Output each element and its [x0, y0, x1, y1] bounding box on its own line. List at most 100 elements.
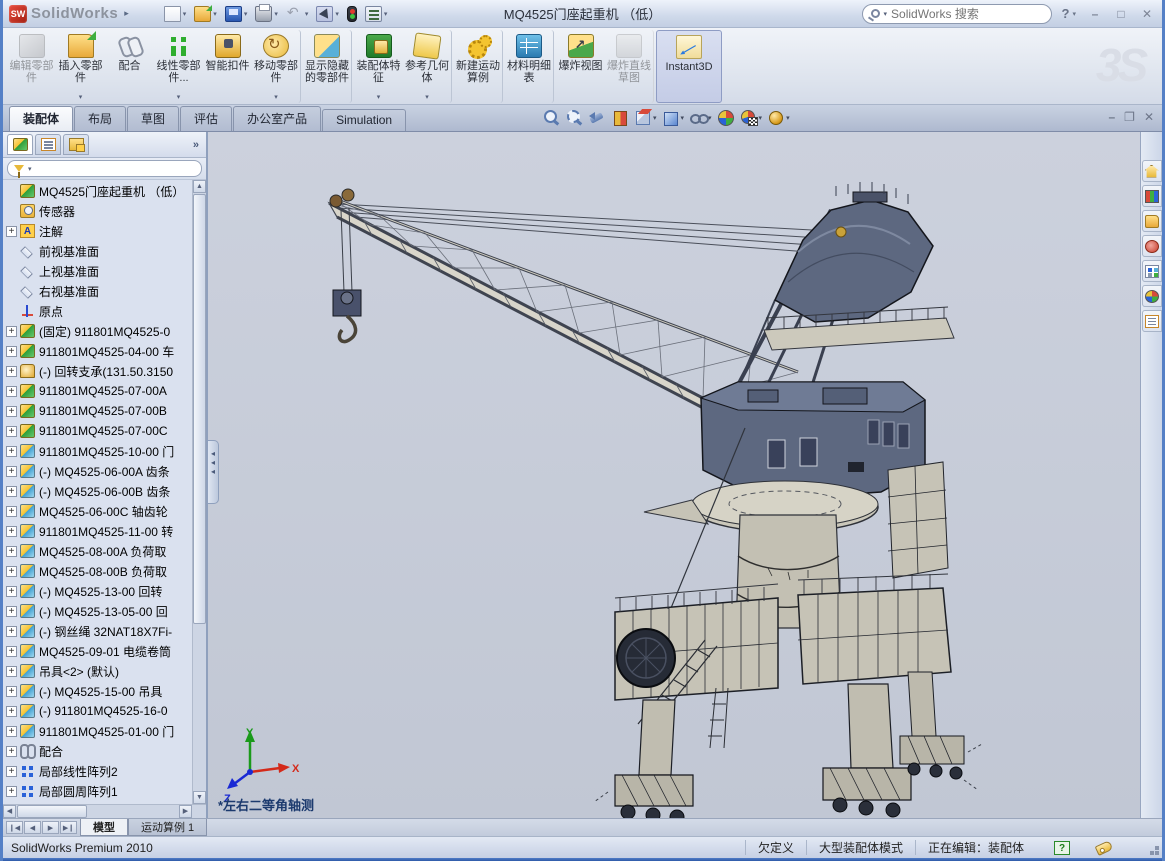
toolbar-expand-icon[interactable]: ▸ [124, 8, 129, 19]
configuration-manager-tab[interactable] [63, 134, 89, 155]
expand-toggle[interactable]: + [6, 786, 17, 797]
tree-item[interactable]: + (-) MQ4525-13-00 回转 [3, 581, 192, 601]
expand-toggle[interactable]: + [6, 606, 17, 617]
quick-toolbar-button[interactable]: ▾ [313, 4, 342, 24]
tree-item[interactable]: + 911801MQ4525-07-00A [3, 381, 192, 401]
expand-toggle[interactable]: + [6, 686, 17, 697]
ribbon-button[interactable]: 材料明细表 ▾ [505, 30, 554, 103]
ribbon-button[interactable]: 智能扣件 ▾ [203, 30, 252, 103]
feature-manager-tab[interactable] [7, 134, 33, 155]
panel-more-tabs-chevron[interactable]: » [193, 139, 202, 151]
doc-restore-button[interactable]: ❐ [1124, 110, 1135, 124]
ribbon-button[interactable]: 配合 ▾ [105, 30, 154, 103]
filter-dropdown-arrow[interactable]: ▾ [28, 165, 32, 173]
quick-toolbar-button[interactable]: ▾ [252, 4, 281, 24]
crane-model[interactable] [208, 132, 1140, 818]
command-tab[interactable]: 装配体 [9, 106, 73, 131]
tree-item[interactable]: + (-) 钢丝绳 32NAT18X7Fi- [3, 621, 192, 641]
tree-item[interactable]: + (-) 911801MQ4525-16-0 [3, 701, 192, 721]
tab-scroll-first-button[interactable]: ❙◀ [6, 821, 23, 834]
view-toolbar-button[interactable]: ▾ [633, 108, 658, 128]
quick-toolbar-button[interactable]: ▾ [222, 4, 251, 24]
tree-item[interactable]: + 前视基准面 [3, 241, 192, 261]
task-pane-button[interactable] [1142, 185, 1162, 207]
document-tab[interactable]: 模型 [80, 819, 128, 836]
dropdown-arrow[interactable]: ▾ [653, 114, 657, 122]
task-pane-button[interactable] [1142, 235, 1162, 257]
help-button[interactable]: ? [1062, 6, 1070, 21]
scrollbar-thumb[interactable] [17, 805, 87, 818]
view-toolbar-button[interactable]: ▾ [587, 108, 607, 128]
expand-toggle[interactable]: + [6, 566, 17, 577]
tree-item[interactable]: + 911801MQ4525-10-00 门 [3, 441, 192, 461]
task-pane-button[interactable] [1142, 310, 1162, 332]
minimize-button[interactable]: – [1084, 5, 1106, 23]
maximize-button[interactable]: □ [1110, 5, 1132, 23]
dropdown-arrow[interactable]: ▾ [213, 10, 217, 18]
ribbon-button[interactable]: 插入零部件 ▾ [56, 30, 105, 103]
expand-toggle[interactable]: + [6, 346, 17, 357]
expand-toggle[interactable]: + [6, 426, 17, 437]
expand-toggle[interactable]: + [6, 646, 17, 657]
tree-item[interactable]: + MQ4525-09-01 电缆卷筒 [3, 641, 192, 661]
view-toolbar-button[interactable]: ▾ [610, 108, 630, 128]
tab-scroll-last-button[interactable]: ▶❙ [60, 821, 77, 834]
command-tab[interactable]: 布局 [74, 106, 126, 131]
expand-toggle[interactable]: + [6, 226, 17, 237]
ribbon-button[interactable]: 爆炸视图 ▾ [556, 30, 605, 103]
tree-item[interactable]: + (-) MQ4525-13-05-00 回 [3, 601, 192, 621]
scroll-up-arrow[interactable]: ▲ [193, 180, 206, 193]
search-box[interactable]: ▾ [862, 4, 1052, 24]
ribbon-button[interactable]: 参考几何体 ▾ [403, 30, 452, 103]
view-toolbar-button[interactable]: ▾ [541, 108, 561, 128]
tree-item[interactable]: + (-) MQ4525-06-00A 齿条 [3, 461, 192, 481]
ribbon-button[interactable]: 显示隐藏的零部件 ▾ [303, 30, 352, 103]
document-tab[interactable]: 运动算例 1 [128, 819, 207, 836]
tree-item[interactable]: + 911801MQ4525-07-00B [3, 401, 192, 421]
tree-item[interactable]: + 原点 [3, 301, 192, 321]
expand-toggle[interactable]: + [6, 546, 17, 557]
tree-item[interactable]: + 局部线性阵列2 [3, 761, 192, 781]
expand-toggle[interactable]: + [6, 586, 17, 597]
tree-vertical-scrollbar[interactable]: ▲ ▼ [192, 180, 206, 804]
panel-collapse-handle[interactable]: ◂◂◂ [208, 440, 219, 504]
ribbon-button[interactable]: 线性零部件... ▾ [154, 30, 203, 103]
tree-item[interactable]: + 911801MQ4525-11-00 转 [3, 521, 192, 541]
dropdown-arrow[interactable]: ▾ [244, 10, 248, 18]
resize-grip[interactable] [1155, 851, 1159, 855]
dropdown-arrow[interactable]: ▾ [786, 114, 790, 122]
dropdown-arrow[interactable]: ▾ [384, 10, 388, 18]
expand-toggle[interactable]: + [6, 486, 17, 497]
view-toolbar-button[interactable]: ▾ [766, 108, 791, 128]
tree-item[interactable]: + (-) MQ4525-15-00 吊具 [3, 681, 192, 701]
dropdown-arrow[interactable]: ▾ [79, 93, 83, 101]
task-pane-button[interactable] [1142, 285, 1162, 307]
ribbon-button[interactable]: 爆炸直线草图 ▾ [605, 30, 654, 103]
ribbon-button[interactable]: 编辑零部件 ▾ [7, 30, 56, 103]
quick-toolbar-button[interactable]: ▾ [161, 4, 190, 24]
view-toolbar-button[interactable]: ▾ [661, 108, 686, 128]
tree-root-item[interactable]: MQ4525门座起重机 （低） [3, 181, 192, 201]
task-pane-button[interactable] [1142, 160, 1162, 182]
ribbon-button[interactable]: 移动零部件 ▾ [252, 30, 301, 103]
close-button[interactable]: ✕ [1136, 5, 1158, 23]
view-toolbar-button[interactable]: ▾ [564, 108, 584, 128]
dropdown-arrow[interactable]: ▾ [177, 93, 181, 101]
ribbon-button[interactable]: 装配体特征 ▾ [354, 30, 403, 103]
expand-toggle[interactable]: + [6, 666, 17, 677]
dropdown-arrow[interactable]: ▾ [681, 114, 685, 122]
tree-item[interactable]: + MQ4525-08-00A 负荷取 [3, 541, 192, 561]
graphics-viewport[interactable]: Y X Z *左右二等角轴测 [208, 132, 1140, 818]
expand-toggle[interactable]: + [6, 366, 17, 377]
tree-item[interactable]: + (-) MQ4525-06-00B 齿条 [3, 481, 192, 501]
expand-toggle[interactable]: + [6, 726, 17, 737]
search-dropdown-arrow[interactable]: ▾ [884, 10, 888, 18]
tree-item[interactable]: + 911801MQ4525-04-00 车 [3, 341, 192, 361]
tree-item[interactable]: + 注解 [3, 221, 192, 241]
expand-toggle[interactable]: + [6, 706, 17, 717]
quick-toolbar-button[interactable]: ▾ [191, 4, 220, 24]
tree-item[interactable]: + MQ4525-06-00C 轴齿轮 [3, 501, 192, 521]
scrollbar-thumb[interactable] [193, 194, 206, 624]
expand-toggle[interactable]: + [6, 746, 17, 757]
tree-item[interactable]: + 局部圆周阵列1 [3, 781, 192, 801]
